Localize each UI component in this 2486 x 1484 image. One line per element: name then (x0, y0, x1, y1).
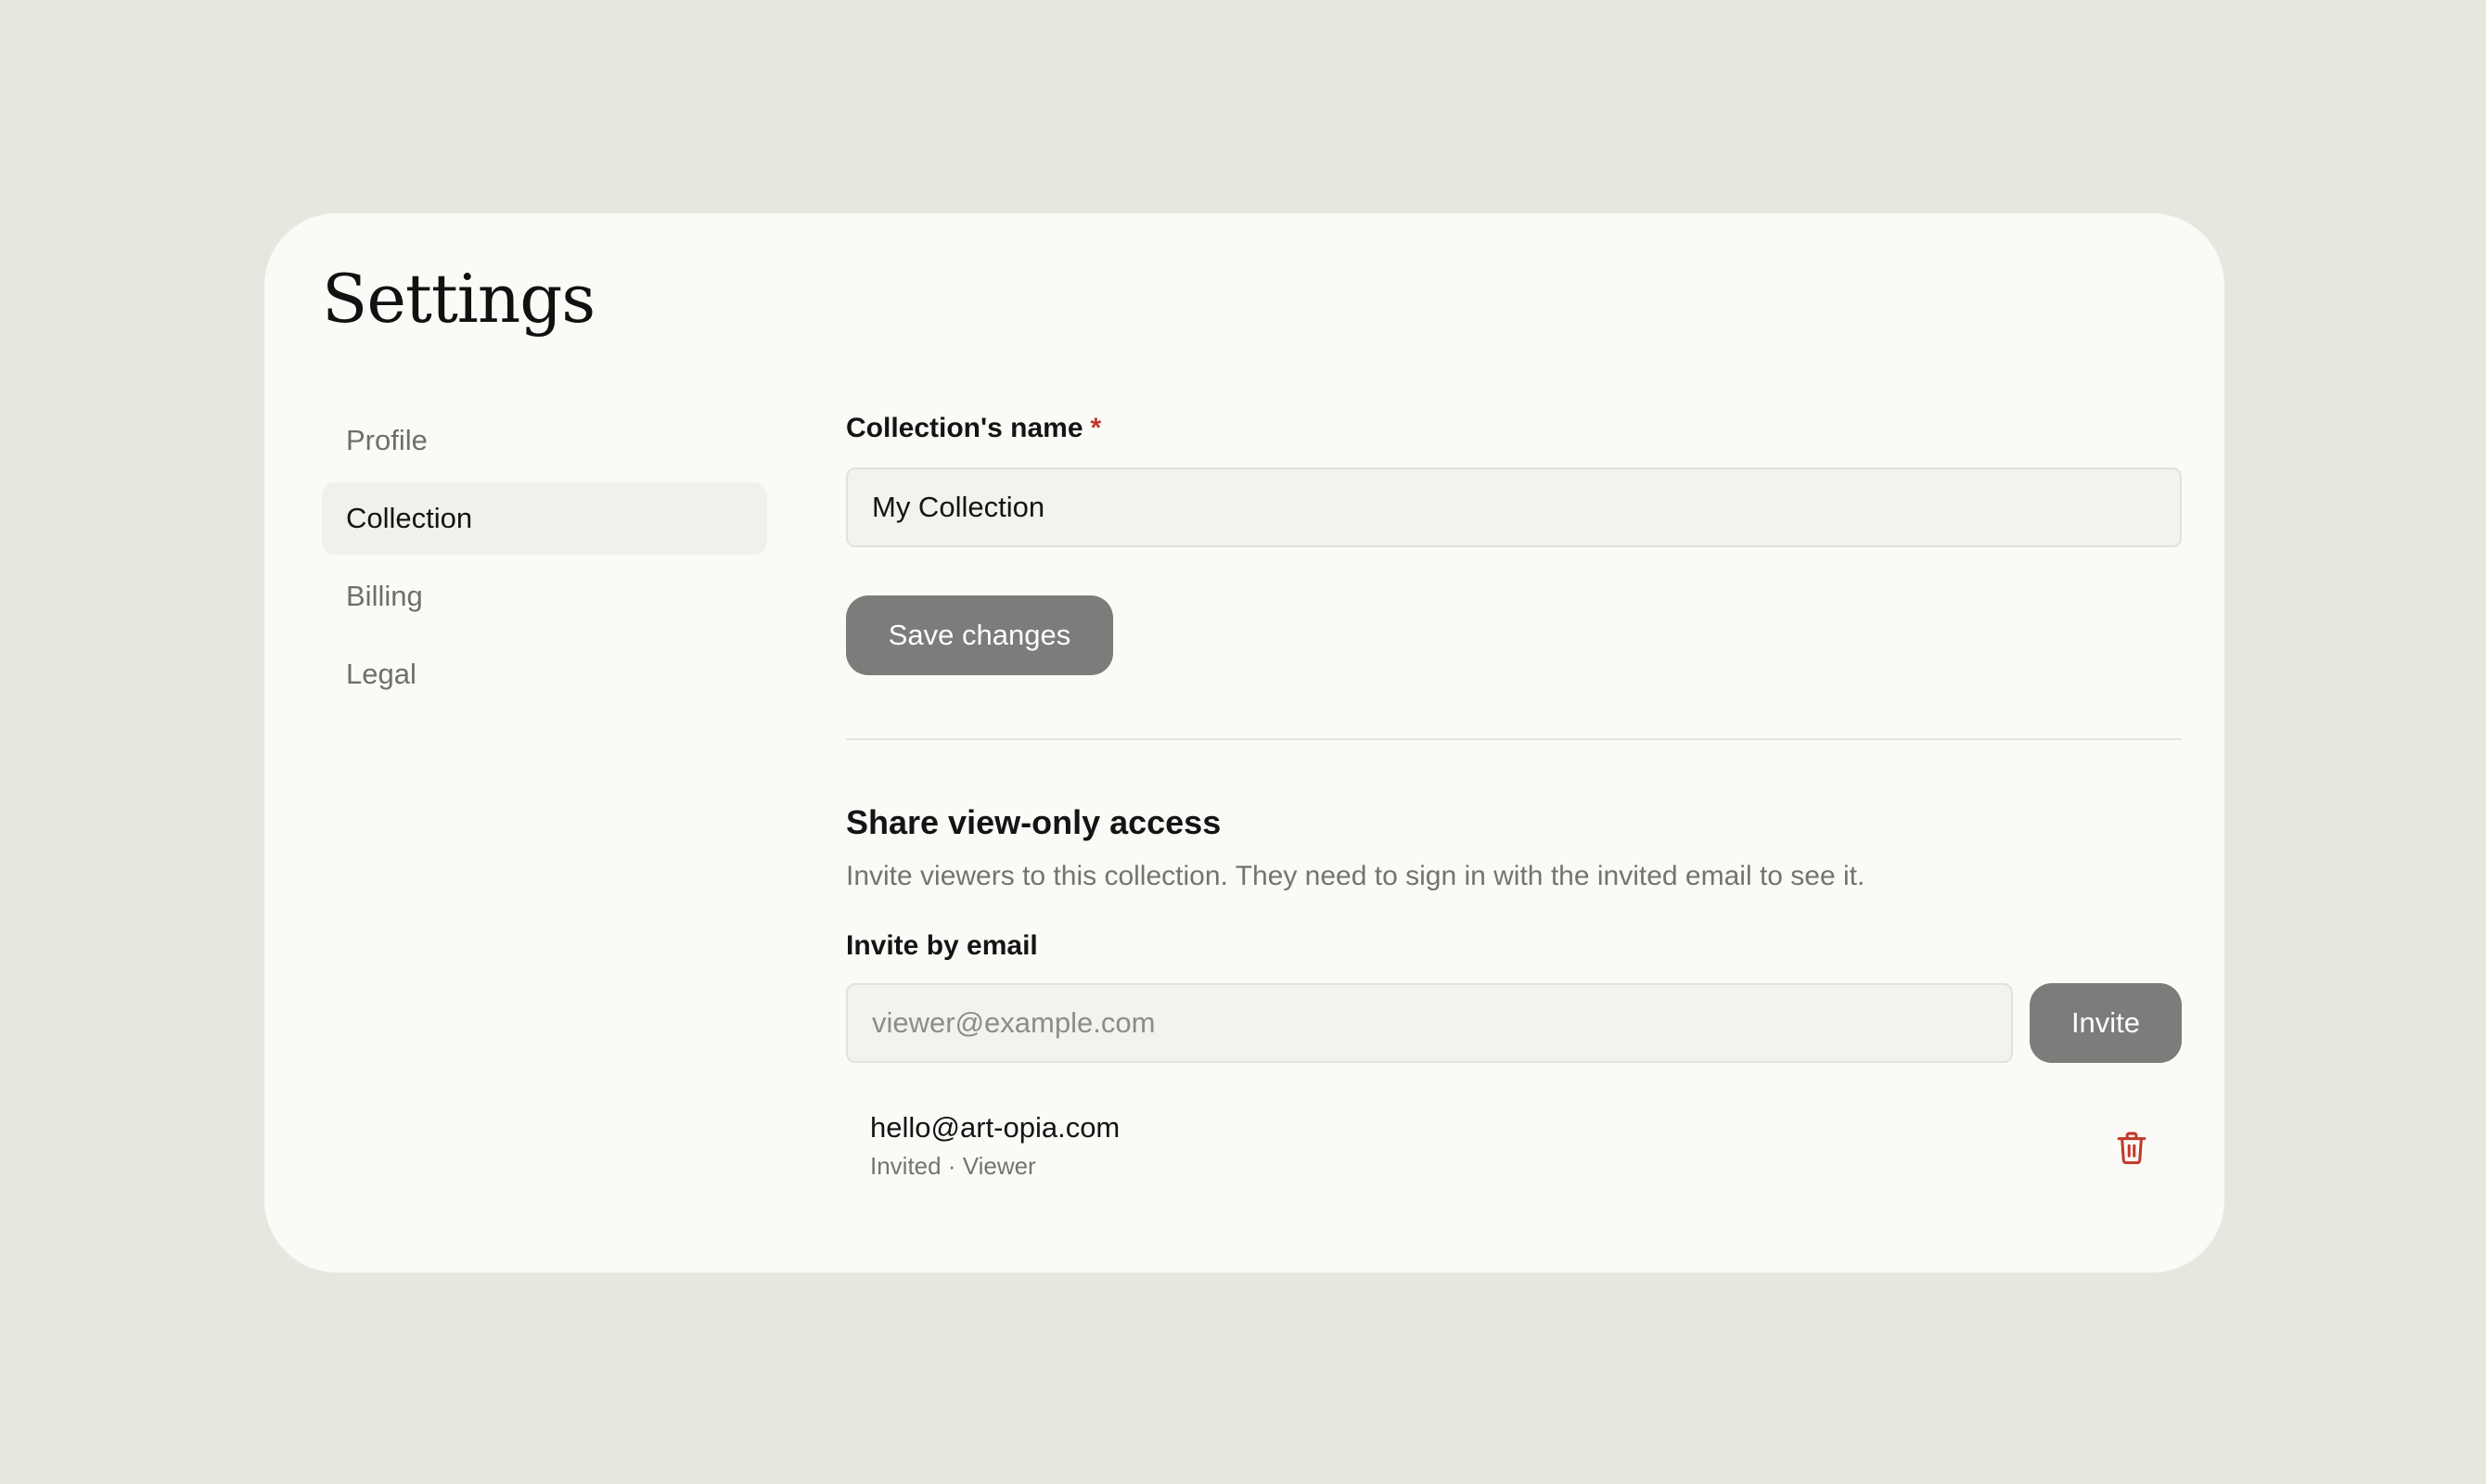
invite-email-label: Invite by email (846, 930, 1038, 961)
section-divider (846, 738, 2182, 740)
share-section-description: Invite viewers to this collection. They … (846, 861, 1865, 891)
settings-main: Collection's name* Save changes Share vi… (846, 408, 2182, 1185)
collection-name-label-text: Collection's name (846, 413, 1083, 443)
member-list-item: hello@art-opia.com Invited · Viewer (846, 1111, 2182, 1185)
sidebar-item-billing[interactable]: Billing (322, 560, 767, 633)
collection-name-label: Collection's name * (846, 408, 2182, 449)
sidebar-item-legal[interactable]: Legal (322, 638, 767, 710)
member-status: Invited · Viewer (870, 1152, 1036, 1180)
trash-icon (2117, 1132, 2146, 1165)
required-mark: * (1090, 413, 1102, 443)
invite-row: Invite (846, 983, 2182, 1063)
collection-name-input[interactable] (846, 467, 2182, 547)
invite-button[interactable]: Invite (2030, 983, 2182, 1063)
share-section-title: Share view-only access (846, 803, 1222, 841)
member-email: hello@art-opia.com (870, 1111, 1121, 1144)
sidebar-item-profile[interactable]: Profile (322, 404, 767, 477)
settings-sidebar: Profile Collection Billing Legal (322, 404, 767, 716)
remove-member-button[interactable] (2109, 1126, 2154, 1171)
invite-email-input[interactable] (846, 983, 2013, 1063)
page-title: Settings (322, 260, 596, 338)
save-changes-button[interactable]: Save changes (846, 595, 1113, 675)
settings-card: Settings Profile Collection Billing Lega… (264, 213, 2224, 1273)
sidebar-item-collection[interactable]: Collection (322, 482, 767, 555)
